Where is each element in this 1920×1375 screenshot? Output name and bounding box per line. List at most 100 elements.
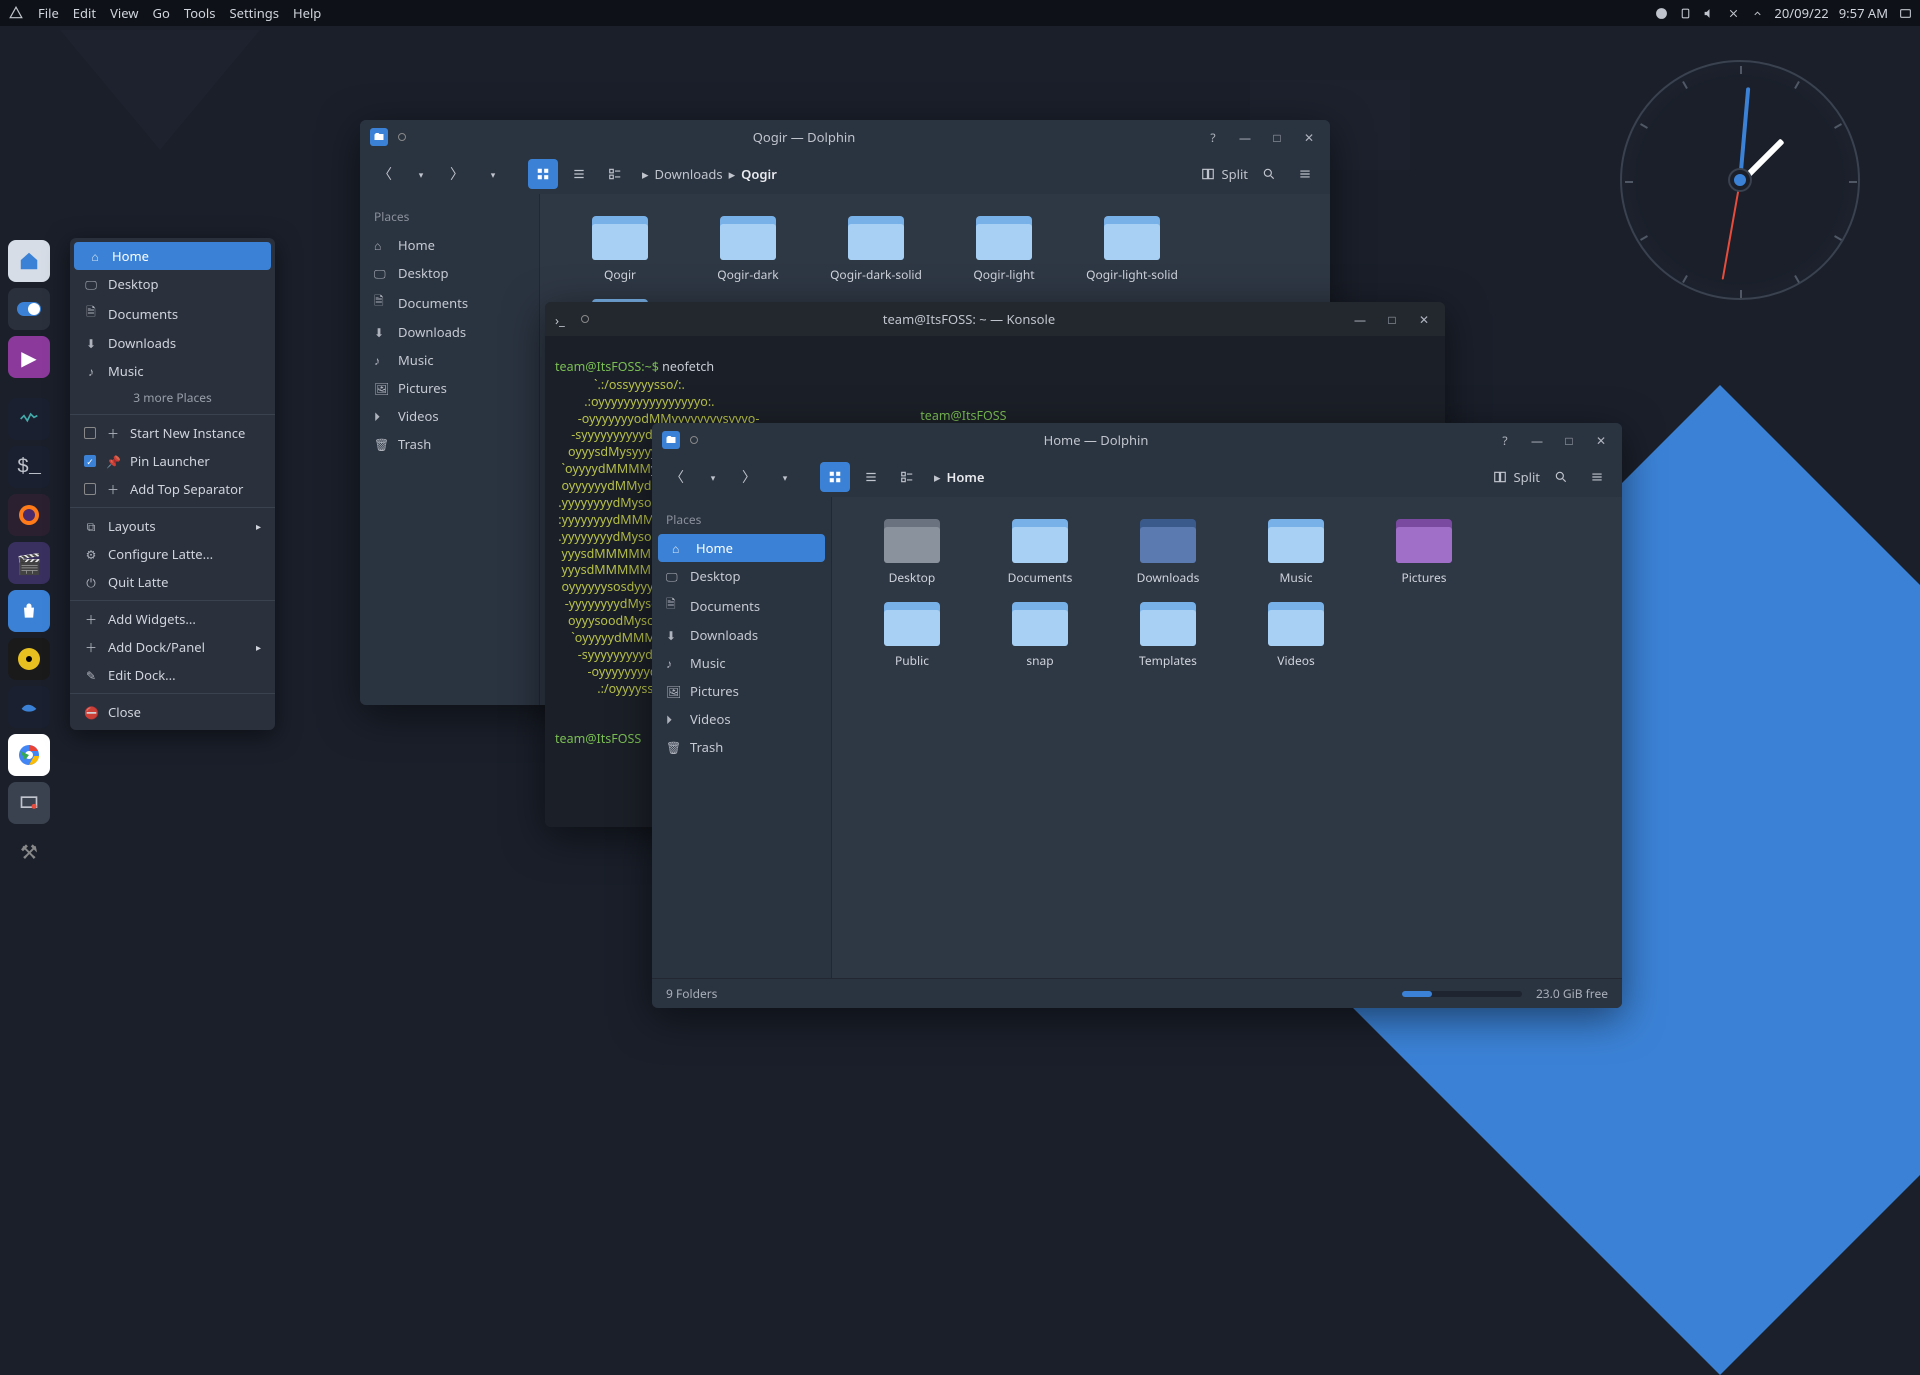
- forward-history-button[interactable]: ▾: [478, 159, 508, 189]
- minimize-button[interactable]: —: [1526, 429, 1548, 451]
- folder-item[interactable]: Public: [848, 596, 976, 675]
- window-ontop-icon[interactable]: [398, 133, 406, 141]
- minimize-button[interactable]: —: [1349, 308, 1371, 330]
- menu-edit[interactable]: Edit: [73, 4, 96, 22]
- context-place-downloads[interactable]: ⬇Downloads: [70, 329, 275, 357]
- sidebar-item-trash[interactable]: 🗑Trash: [652, 733, 831, 761]
- context-item[interactable]: ⧉Layouts▸: [70, 512, 275, 540]
- dock-media-icon[interactable]: ▶: [8, 336, 50, 378]
- panel-date[interactable]: 20/09/22: [1774, 4, 1828, 22]
- window-ontop-icon[interactable]: [581, 315, 589, 323]
- sidebar-item-documents[interactable]: 🗎Documents: [360, 287, 539, 318]
- back-history-button[interactable]: ▾: [406, 159, 436, 189]
- close-button[interactable]: ✕: [1413, 308, 1435, 330]
- breadcrumb-current[interactable]: Home: [947, 468, 985, 486]
- context-place-desktop[interactable]: 🖵Desktop: [70, 270, 275, 298]
- sidebar-item-home[interactable]: ⌂Home: [360, 231, 539, 259]
- context-place-home[interactable]: ⌂Home: [74, 242, 271, 270]
- split-button[interactable]: Split: [1201, 165, 1248, 183]
- breadcrumb-downloads[interactable]: Downloads: [655, 165, 723, 183]
- panel-time[interactable]: 9:57 AM: [1839, 4, 1888, 22]
- hamburger-menu-button[interactable]: [1290, 159, 1320, 189]
- folder-item[interactable]: Videos: [1232, 596, 1360, 675]
- dock-dolphin-icon[interactable]: [8, 686, 50, 728]
- sidebar-item-documents[interactable]: 🗎Documents: [652, 590, 831, 621]
- dock-disc-icon[interactable]: [8, 638, 50, 680]
- dock-chrome-icon[interactable]: [8, 734, 50, 776]
- sidebar-item-pictures[interactable]: 🖼Pictures: [652, 677, 831, 705]
- sidebar-item-downloads[interactable]: ⬇Downloads: [652, 621, 831, 649]
- volume-icon[interactable]: [1702, 6, 1716, 20]
- dock-video-icon[interactable]: 🎬: [8, 542, 50, 584]
- dock-home-icon[interactable]: [8, 240, 50, 282]
- sidebar-item-downloads[interactable]: ⬇Downloads: [360, 318, 539, 346]
- folder-item[interactable]: Qogir-light: [940, 210, 1068, 289]
- folder-item[interactable]: Templates: [1104, 596, 1232, 675]
- dock-bag-icon[interactable]: [8, 590, 50, 632]
- window-ontop-icon[interactable]: [690, 436, 698, 444]
- maximize-button[interactable]: □: [1558, 429, 1580, 451]
- chevron-up-icon[interactable]: [1750, 6, 1764, 20]
- folder-item[interactable]: Qogir-dark: [684, 210, 812, 289]
- breadcrumb-current[interactable]: Qogir: [741, 165, 777, 183]
- view-icons-button[interactable]: [528, 159, 558, 189]
- context-place-documents[interactable]: 🗎Documents: [70, 298, 275, 329]
- forward-history-button[interactable]: ▾: [770, 462, 800, 492]
- folder-item[interactable]: Qogir-light-solid: [1068, 210, 1196, 289]
- menu-file[interactable]: File: [38, 4, 59, 22]
- search-button[interactable]: [1546, 462, 1576, 492]
- back-history-button[interactable]: ▾: [698, 462, 728, 492]
- help-button[interactable]: ?: [1202, 126, 1224, 148]
- breadcrumb[interactable]: ▸ Home: [928, 468, 984, 486]
- titlebar[interactable]: Qogir — Dolphin ? — □ ✕: [360, 120, 1330, 154]
- context-more-places[interactable]: 3 more Places: [70, 385, 275, 410]
- close-button[interactable]: ✕: [1298, 126, 1320, 148]
- titlebar[interactable]: ›_ team@ItsFOSS: ~ — Konsole — □ ✕: [545, 302, 1445, 336]
- sidebar-item-desktop[interactable]: 🖵Desktop: [652, 562, 831, 590]
- context-item[interactable]: ＋Add Widgets...: [70, 605, 275, 633]
- folder-item[interactable]: snap: [976, 596, 1104, 675]
- sidebar-item-home[interactable]: ⌂Home: [658, 534, 825, 562]
- context-close[interactable]: ⛔ Close: [70, 698, 275, 726]
- folder-grid[interactable]: DesktopDocumentsDownloadsMusicPicturesPu…: [832, 497, 1622, 978]
- back-button[interactable]: 〈: [662, 462, 692, 492]
- view-details-button[interactable]: [856, 462, 886, 492]
- context-item[interactable]: ✎Edit Dock...: [70, 661, 275, 689]
- folder-item[interactable]: Qogir: [556, 210, 684, 289]
- close-button[interactable]: ✕: [1590, 429, 1612, 451]
- minimize-button[interactable]: —: [1234, 126, 1256, 148]
- sidebar-item-videos[interactable]: ⏵Videos: [652, 705, 831, 733]
- menu-settings[interactable]: Settings: [230, 4, 279, 22]
- maximize-button[interactable]: □: [1381, 308, 1403, 330]
- folder-item[interactable]: Downloads: [1104, 513, 1232, 592]
- folder-item[interactable]: Pictures: [1360, 513, 1488, 592]
- sidebar-item-trash[interactable]: 🗑Trash: [360, 430, 539, 458]
- sidebar-item-pictures[interactable]: 🖼Pictures: [360, 374, 539, 402]
- menu-tools[interactable]: Tools: [184, 4, 216, 22]
- app-menu-icon[interactable]: [8, 5, 24, 21]
- view-icons-button[interactable]: [820, 462, 850, 492]
- context-item[interactable]: ＋Add Top Separator: [70, 475, 275, 503]
- view-compact-button[interactable]: [600, 159, 630, 189]
- split-button[interactable]: Split: [1493, 468, 1540, 486]
- dock-tools-icon[interactable]: ⚒: [8, 830, 50, 872]
- context-item[interactable]: ⏻Quit Latte: [70, 568, 275, 596]
- dock-monitor-icon[interactable]: [8, 398, 50, 440]
- context-item[interactable]: ＋Start New Instance: [70, 419, 275, 447]
- forward-button[interactable]: 〉: [734, 462, 764, 492]
- network-icon[interactable]: [1726, 6, 1740, 20]
- sidebar-item-desktop[interactable]: 🖵Desktop: [360, 259, 539, 287]
- updates-icon[interactable]: [1654, 6, 1668, 20]
- folder-item[interactable]: Desktop: [848, 513, 976, 592]
- dock-settings-icon[interactable]: [8, 288, 50, 330]
- sidebar-item-videos[interactable]: ⏵Videos: [360, 402, 539, 430]
- titlebar[interactable]: Home — Dolphin ? — □ ✕: [652, 423, 1622, 457]
- dock-firefox-icon[interactable]: [8, 494, 50, 536]
- breadcrumb[interactable]: ▸ Downloads ▸ Qogir: [636, 165, 777, 183]
- view-details-button[interactable]: [564, 159, 594, 189]
- clipboard-icon[interactable]: [1678, 6, 1692, 20]
- context-item[interactable]: ✓📌Pin Launcher: [70, 447, 275, 475]
- search-button[interactable]: [1254, 159, 1284, 189]
- context-item[interactable]: ＋Add Dock/Panel▸: [70, 633, 275, 661]
- sidebar-item-music[interactable]: ♪Music: [652, 649, 831, 677]
